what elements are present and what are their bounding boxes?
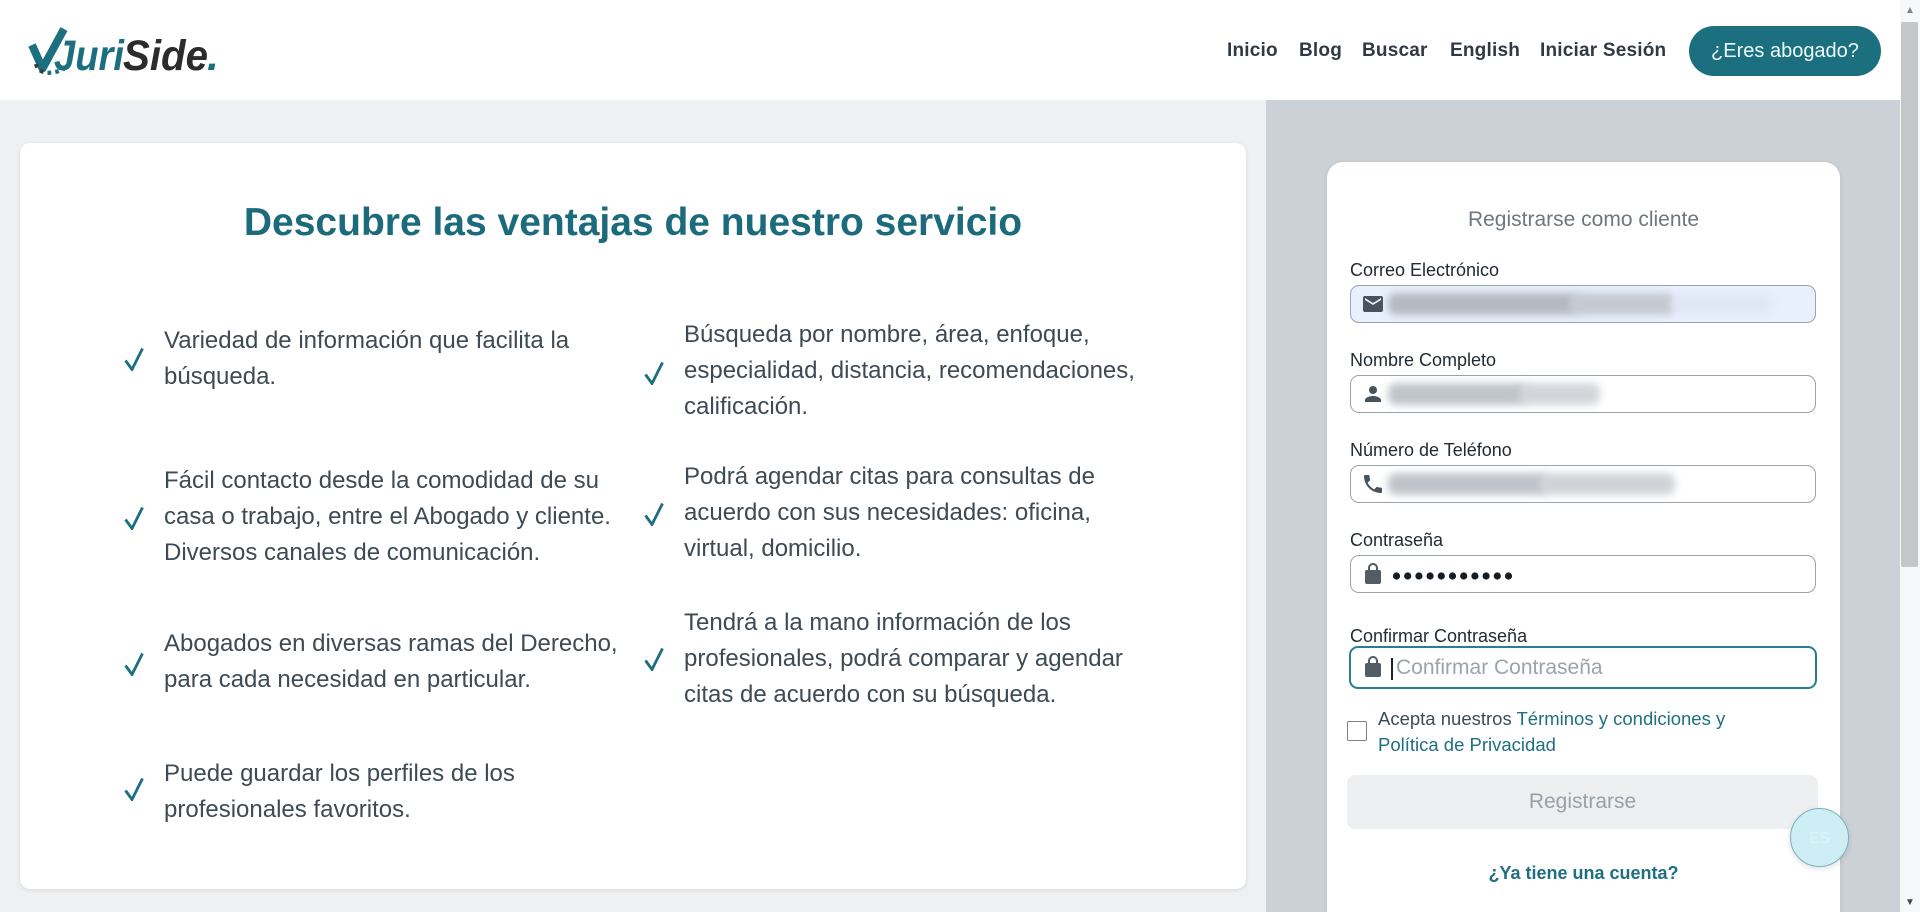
svg-text:Juri: Juri [54, 32, 125, 78]
svg-text:.: . [207, 32, 219, 78]
svg-text:Side: Side [123, 32, 208, 78]
